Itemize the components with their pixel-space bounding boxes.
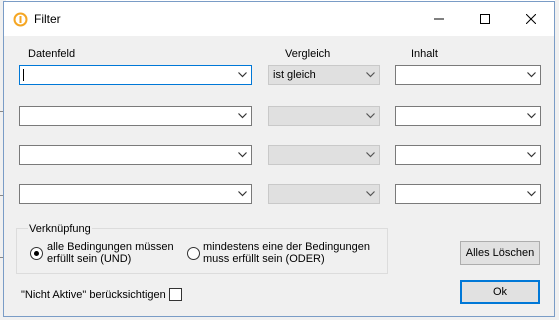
compare-select-2[interactable] [268, 106, 380, 126]
content-select-4[interactable] [395, 184, 541, 204]
app-icon [13, 12, 28, 27]
filter-dialog: Filter Datenfeld Vergleich Inhalt ist gl… [3, 1, 555, 317]
header-field: Datenfeld [28, 48, 76, 60]
window-title: Filter [34, 12, 61, 26]
header-content: Inhalt [411, 48, 438, 60]
radio-and-label[interactable]: alle Bedingungen müssen erfüllt sein (UN… [47, 241, 174, 265]
chevron-down-icon [238, 152, 247, 158]
field-select-1[interactable] [19, 65, 252, 85]
compare-select-4[interactable] [268, 184, 380, 204]
minimize-icon [434, 18, 444, 20]
field-select-2[interactable] [19, 106, 252, 126]
field-select-4[interactable] [19, 184, 252, 204]
chevron-down-icon [527, 152, 536, 158]
title-bar[interactable]: Filter [4, 2, 554, 36]
chevron-down-icon [366, 72, 375, 78]
ok-button[interactable]: Ok [460, 280, 540, 304]
header-compare: Vergleich [285, 48, 331, 60]
content-select-1[interactable] [395, 65, 541, 85]
chevron-down-icon [527, 72, 536, 78]
chevron-down-icon [238, 72, 247, 78]
maximize-icon [480, 14, 490, 24]
chevron-down-icon [527, 191, 536, 197]
close-icon [526, 14, 536, 24]
close-button[interactable] [508, 2, 554, 36]
inactive-checkbox[interactable] [169, 288, 182, 301]
radio-selected-dot [34, 251, 39, 256]
compare-select-3[interactable] [268, 145, 380, 165]
radio-or[interactable] [187, 247, 200, 260]
clear-all-button[interactable]: Alles Löschen [460, 241, 540, 265]
chevron-down-icon [238, 113, 247, 119]
compare-select-1[interactable]: ist gleich [268, 65, 380, 85]
chevron-down-icon [366, 113, 375, 119]
chevron-down-icon [527, 113, 536, 119]
maximize-button[interactable] [462, 2, 508, 36]
content-select-3[interactable] [395, 145, 541, 165]
compare-value: ist gleich [273, 69, 316, 81]
field-select-3[interactable] [19, 145, 252, 165]
chevron-down-icon [366, 191, 375, 197]
inactive-checkbox-label[interactable]: "Nicht Aktive" berücksichtigen [21, 289, 166, 301]
chevron-down-icon [238, 191, 247, 197]
background-window-edge [555, 0, 559, 320]
radio-or-label[interactable]: mindestens eine der Bedingungen muss erf… [203, 241, 370, 265]
link-group-label: Verknüpfung [28, 223, 92, 235]
text-caret [23, 69, 24, 81]
chevron-down-icon [366, 152, 375, 158]
content-select-2[interactable] [395, 106, 541, 126]
radio-and[interactable] [30, 247, 43, 260]
minimize-button[interactable] [416, 2, 462, 36]
